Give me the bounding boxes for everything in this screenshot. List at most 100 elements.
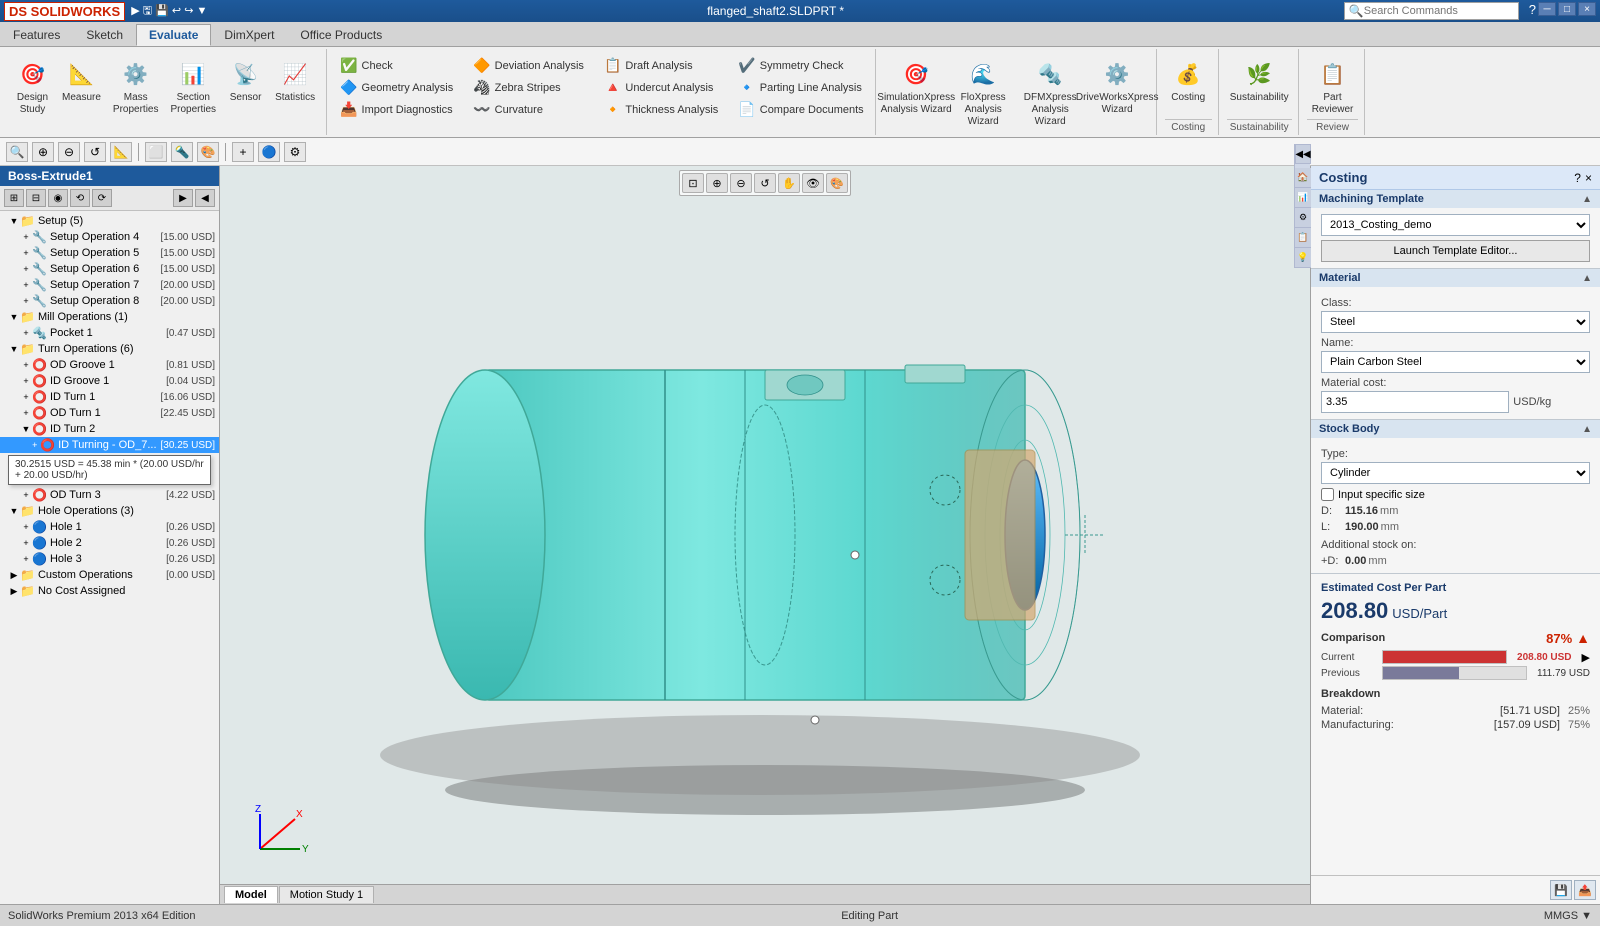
tab-office-products[interactable]: Office Products xyxy=(287,24,395,46)
cmd-btn-9[interactable]: + xyxy=(232,142,254,162)
hole-expander[interactable]: ▼ xyxy=(8,506,20,516)
tab-evaluate[interactable]: Evaluate xyxy=(136,24,211,46)
tree-custom-ops[interactable]: ▶ 📁 Custom Operations [0.00 USD] xyxy=(0,567,219,583)
machining-template-header[interactable]: Machining Template ▲ xyxy=(1311,190,1600,208)
symmetry-check-button[interactable]: ✔️ Symmetry Check xyxy=(733,55,868,76)
check-button[interactable]: ✅ Check xyxy=(335,55,458,76)
template-select[interactable]: 2013_Costing_demo xyxy=(1321,214,1590,236)
tree-setup-op-8[interactable]: + 🔧 Setup Operation 8 [20.00 USD] xyxy=(0,293,219,309)
material-name-select[interactable]: Plain Carbon Steel xyxy=(1321,351,1590,373)
statistics-button[interactable]: 📈 Statistics xyxy=(270,55,320,107)
minimize-button[interactable]: ─ xyxy=(1538,2,1556,16)
tab-dimxpert[interactable]: DimXpert xyxy=(211,24,287,46)
draft-analysis-button[interactable]: 📋 Draft Analysis xyxy=(599,55,723,76)
design-study-button[interactable]: 🎯 DesignStudy xyxy=(10,55,55,119)
mill-expander[interactable]: ▼ xyxy=(8,312,20,322)
curvature-button[interactable]: 〰️ Curvature xyxy=(468,99,589,120)
left-toolbar-btn-2[interactable]: ⊟ xyxy=(26,189,46,207)
maximize-button[interactable]: □ xyxy=(1558,2,1576,16)
tab-features[interactable]: Features xyxy=(0,24,73,46)
tree-od-turn-1[interactable]: + ⭕ OD Turn 1 [22.45 USD] xyxy=(0,405,219,421)
tree-no-cost[interactable]: ▶ 📁 No Cost Assigned xyxy=(0,583,219,599)
search-commands-box[interactable]: 🔍 xyxy=(1344,2,1519,20)
tree-hole-3[interactable]: + 🔵 Hole 3 [0.26 USD] xyxy=(0,551,219,567)
panel-icon-3[interactable]: ⚙ xyxy=(1310,208,1311,228)
import-diagnostics-button[interactable]: 📥 Import Diagnostics xyxy=(335,99,458,120)
handle-1[interactable] xyxy=(851,551,859,559)
panel-icon-1[interactable]: 🏠 xyxy=(1310,168,1311,188)
setup-expander[interactable]: ▼ xyxy=(8,216,20,226)
export-button[interactable]: 📤 xyxy=(1574,880,1596,900)
class-select[interactable]: Steel xyxy=(1321,311,1590,333)
stock-body-collapse[interactable]: ▲ xyxy=(1582,424,1592,435)
tree-id-turn-1[interactable]: + ⭕ ID Turn 1 [16.06 USD] xyxy=(0,389,219,405)
cmd-btn-3[interactable]: ⊖ xyxy=(58,142,80,162)
sensor-button[interactable]: 📡 Sensor xyxy=(223,55,268,107)
close-panel-icon[interactable]: × xyxy=(1585,171,1592,185)
left-toolbar-btn-4[interactable]: ⟲ xyxy=(70,189,90,207)
sustainability-button[interactable]: 🌿 Sustainability xyxy=(1227,55,1292,107)
material-cost-input[interactable] xyxy=(1321,391,1509,413)
panel-icon-5[interactable]: 💡 xyxy=(1310,248,1311,268)
turn-expander[interactable]: ▼ xyxy=(8,344,20,354)
stock-body-header[interactable]: Stock Body ▲ xyxy=(1311,420,1600,438)
tree-id-turning-selected[interactable]: + ⭕ ID Turning - OD_7... [30.25 USD] xyxy=(0,437,219,453)
measure-button[interactable]: 📐 Measure xyxy=(57,55,106,107)
panel-icon-4[interactable]: 📋 xyxy=(1310,228,1311,248)
tree-od-groove-1[interactable]: + ⭕ OD Groove 1 [0.81 USD] xyxy=(0,357,219,373)
handle-2[interactable] xyxy=(811,716,819,724)
material-header[interactable]: Material ▲ xyxy=(1311,269,1600,287)
tree-turn-group[interactable]: ▼ 📁 Turn Operations (6) xyxy=(0,341,219,357)
tree-setup-group[interactable]: ▼ 📁 Setup (5) xyxy=(0,213,219,229)
tab-model[interactable]: Model xyxy=(224,886,278,903)
current-expand-icon[interactable]: ▶ xyxy=(1582,651,1590,664)
id-turn2-expander[interactable]: ▼ xyxy=(20,424,32,434)
machining-template-collapse[interactable]: ▲ xyxy=(1582,194,1592,205)
cmd-btn-8[interactable]: 🎨 xyxy=(197,142,219,162)
cmd-btn-2[interactable]: ⊕ xyxy=(32,142,54,162)
geometry-analysis-button[interactable]: 🔷 Geometry Analysis xyxy=(335,77,458,98)
cmd-btn-7[interactable]: 🔦 xyxy=(171,142,193,162)
tree-setup-op-7[interactable]: + 🔧 Setup Operation 7 [20.00 USD] xyxy=(0,277,219,293)
left-toolbar-btn-5[interactable]: ⟳ xyxy=(92,189,112,207)
panel-icon-2[interactable]: 📊 xyxy=(1310,188,1311,208)
cmd-btn-6[interactable]: ⬜ xyxy=(145,142,167,162)
tree-pocket-1[interactable]: + 🔩 Pocket 1 [0.47 USD] xyxy=(0,325,219,341)
tree-id-turn-2[interactable]: ▼ ⭕ ID Turn 2 xyxy=(0,421,219,437)
undercut-analysis-button[interactable]: 🔺 Undercut Analysis xyxy=(599,77,723,98)
zebra-stripes-button[interactable]: 🦓 Zebra Stripes xyxy=(468,77,589,98)
left-toolbar-btn-3[interactable]: ◉ xyxy=(48,189,68,207)
tree-hole-2[interactable]: + 🔵 Hole 2 [0.26 USD] xyxy=(0,535,219,551)
input-specific-size-checkbox[interactable] xyxy=(1321,488,1334,501)
help-button[interactable]: ? xyxy=(1529,2,1536,20)
left-toolbar-btn-1[interactable]: ⊞ xyxy=(4,189,24,207)
help-icon[interactable]: ? xyxy=(1574,171,1581,185)
mass-properties-button[interactable]: ⚙️ MassProperties xyxy=(108,55,164,119)
window-controls[interactable]: 🔍 ? ─ □ × xyxy=(1344,2,1596,20)
driveworksxpress-button[interactable]: ⚙️ DriveWorksXpressWizard xyxy=(1085,55,1150,119)
cmd-btn-11[interactable]: ⚙ xyxy=(284,142,306,162)
tab-motion-study[interactable]: Motion Study 1 xyxy=(279,886,374,903)
costing-button[interactable]: 💰 Costing xyxy=(1166,55,1211,107)
tree-id-groove-1[interactable]: + ⭕ ID Groove 1 [0.04 USD] xyxy=(0,373,219,389)
left-toolbar-expand[interactable]: ▶ xyxy=(173,189,193,207)
save-report-button[interactable]: 💾 xyxy=(1550,880,1572,900)
tree-setup-op-6[interactable]: + 🔧 Setup Operation 6 [15.00 USD] xyxy=(0,261,219,277)
launch-template-button[interactable]: Launch Template Editor... xyxy=(1321,240,1590,262)
tree-mill-group[interactable]: ▼ 📁 Mill Operations (1) xyxy=(0,309,219,325)
cmd-btn-5[interactable]: 📐 xyxy=(110,142,132,162)
cmd-btn-1[interactable]: 🔍 xyxy=(6,142,28,162)
tree-hole-group[interactable]: ▼ 📁 Hole Operations (3) xyxy=(0,503,219,519)
tree-hole-1[interactable]: + 🔵 Hole 1 [0.26 USD] xyxy=(0,519,219,535)
close-button[interactable]: × xyxy=(1578,2,1596,16)
material-collapse[interactable]: ▲ xyxy=(1582,273,1592,284)
deviation-analysis-button[interactable]: 🔶 Deviation Analysis xyxy=(468,55,589,76)
tree-setup-op-5[interactable]: + 🔧 Setup Operation 5 [15.00 USD] xyxy=(0,245,219,261)
dfmxpress-button[interactable]: 🔩 DFMXpressAnalysis Wizard xyxy=(1018,55,1083,131)
simulationxpress-button[interactable]: 🎯 SimulationXpressAnalysis Wizard xyxy=(884,55,949,119)
floxpress-button[interactable]: 🌊 FloXpressAnalysis Wizard xyxy=(951,55,1016,131)
search-commands-input[interactable] xyxy=(1364,5,1514,17)
tree-setup-op-4[interactable]: + 🔧 Setup Operation 4 [15.00 USD] xyxy=(0,229,219,245)
parting-line-button[interactable]: 🔹 Parting Line Analysis xyxy=(733,77,868,98)
type-select[interactable]: Cylinder xyxy=(1321,462,1590,484)
